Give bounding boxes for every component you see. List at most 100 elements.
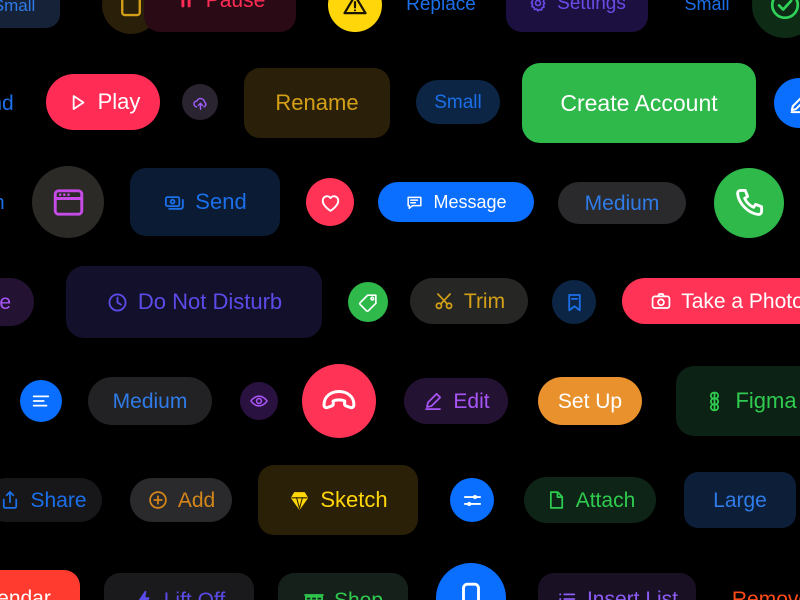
save-partial-left-label: ve	[0, 290, 12, 314]
lift-off-button-label: Lift Off	[163, 588, 226, 600]
browser-window-icon	[50, 184, 87, 221]
filters-button[interactable]	[450, 478, 494, 522]
add-button-label: Add	[177, 488, 216, 512]
set-up-button-label: Set Up	[557, 389, 623, 413]
camera-icon	[650, 290, 672, 312]
remove-button-bottom[interactable]: Remove	[716, 576, 800, 600]
small-chip-mid[interactable]: Small	[416, 80, 500, 124]
medium-chip-row5-label: Medium	[112, 389, 188, 413]
end-button-left[interactable]: nd	[0, 84, 32, 122]
clock-icon	[106, 291, 129, 314]
upload-cloud-button[interactable]	[182, 84, 218, 120]
play-button-label: Play	[97, 89, 141, 114]
message-button[interactable]: Message	[378, 182, 534, 222]
favorite-heart-button[interactable]	[306, 178, 354, 226]
small-chip-top2[interactable]: Small	[664, 0, 750, 26]
align-left-icon	[30, 390, 52, 412]
rename-button[interactable]: Rename	[244, 68, 390, 138]
list-icon	[556, 588, 578, 600]
attach-button[interactable]: Attach	[524, 477, 656, 523]
do-not-disturb-button-label: Do Not Disturb	[137, 289, 283, 314]
warning-triangle-icon	[341, 0, 369, 19]
add-button[interactable]: Add	[130, 478, 232, 522]
figma-button[interactable]: Figma	[676, 366, 800, 436]
medium-chip-row5[interactable]: Medium	[88, 377, 212, 425]
gear-icon	[528, 0, 548, 13]
share-button[interactable]: Share	[0, 478, 102, 522]
warning-button[interactable]	[328, 0, 382, 32]
create-account-button-label: Create Account	[560, 89, 718, 116]
pencil-icon	[786, 90, 800, 116]
replace-button-label: Replace	[406, 0, 476, 15]
heart-icon	[318, 190, 343, 215]
shop-button-label: Shop	[333, 588, 384, 600]
end-button-left-label: nd	[0, 91, 14, 115]
scissors-icon	[433, 290, 455, 312]
bookmark-button[interactable]	[552, 280, 596, 324]
settings-button[interactable]: Settings	[506, 0, 648, 32]
replace-button[interactable]: Replace	[386, 0, 496, 26]
bookmark-icon	[563, 291, 586, 314]
attach-button-label: Attach	[575, 488, 636, 512]
tag-icon	[358, 292, 379, 313]
share-button-label: Share	[30, 488, 87, 512]
check-circle-icon	[768, 0, 800, 22]
shop-button[interactable]: Shop	[278, 573, 408, 600]
phone-blue-circle-bottom[interactable]	[436, 563, 506, 600]
lift-off-button[interactable]: Lift Off	[104, 573, 254, 600]
square-icon	[116, 0, 146, 20]
trim-button-label: Trim	[463, 289, 506, 313]
trim-button[interactable]: Trim	[410, 278, 528, 324]
tag-button[interactable]	[348, 282, 388, 322]
large-chip[interactable]: Large	[684, 472, 796, 528]
partial-left-row3[interactable]: n	[0, 186, 16, 220]
take-photo-button[interactable]: Take a Photo	[622, 278, 800, 324]
file-icon	[545, 489, 567, 511]
eye-icon	[249, 391, 269, 411]
send-button[interactable]: Send	[130, 168, 280, 236]
small-chip-mid-label: Small	[434, 91, 482, 113]
device-icon	[453, 580, 489, 600]
insert-list-button[interactable]: Insert List	[538, 573, 696, 600]
preview-eye-button[interactable]	[240, 382, 278, 420]
edit-button[interactable]: Edit	[404, 378, 508, 424]
medium-chip-row3[interactable]: Medium	[558, 182, 686, 224]
pause-icon	[175, 0, 197, 11]
align-left-button[interactable]	[20, 380, 62, 422]
message-button-label: Message	[433, 192, 507, 212]
check-confirm-button[interactable]	[752, 0, 800, 38]
rename-button-label: Rename	[275, 90, 359, 115]
calendar-button-bottom[interactable]: endar	[0, 570, 80, 600]
large-chip-label: Large	[713, 488, 767, 512]
pause-button[interactable]: Pause	[144, 0, 296, 32]
browser-window-button[interactable]	[32, 166, 104, 238]
phone-icon	[731, 185, 767, 221]
phone-hangup-icon	[320, 382, 358, 420]
pause-button-label: Pause	[205, 0, 266, 12]
sketch-button-label: Sketch	[320, 487, 388, 512]
small-chip-top2-label: Small	[684, 0, 730, 14]
partial-left-row3-label: n	[0, 193, 5, 213]
figma-button-label: Figma	[735, 388, 797, 413]
save-partial-left[interactable]: ve	[0, 278, 34, 326]
take-photo-button-label: Take a Photo	[681, 289, 800, 313]
edit-pencil-round-button[interactable]	[774, 78, 800, 128]
send-button-label: Send	[195, 189, 247, 214]
create-account-button[interactable]: Create Account	[522, 63, 756, 143]
do-not-disturb-button[interactable]: Do Not Disturb	[66, 266, 322, 338]
diamond-icon	[288, 489, 311, 512]
money-send-icon	[163, 191, 186, 214]
small-chip-topleft[interactable]: Small	[0, 0, 60, 28]
insert-list-button-label: Insert List	[586, 587, 679, 600]
end-call-button[interactable]	[302, 364, 376, 438]
set-up-button[interactable]: Set Up	[538, 377, 642, 425]
edit-button-label: Edit	[453, 389, 490, 413]
medium-chip-row3-label: Medium	[584, 191, 660, 215]
small-chip-topleft-label: Small	[0, 0, 36, 15]
sketch-button[interactable]: Sketch	[258, 465, 418, 535]
storefront-icon	[303, 589, 325, 600]
share-up-icon	[0, 489, 21, 511]
call-button[interactable]	[714, 168, 784, 238]
play-button[interactable]: Play	[46, 74, 160, 130]
plus-circle-icon	[147, 489, 169, 511]
